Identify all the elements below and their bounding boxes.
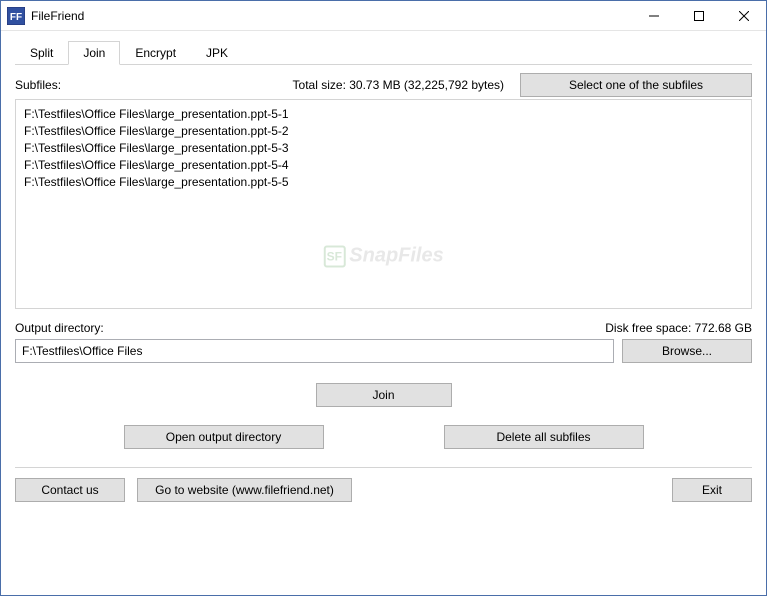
watermark-icon: SF (323, 245, 345, 267)
titlebar: FF FileFriend (1, 1, 766, 31)
watermark: SF SnapFiles (323, 245, 443, 268)
window-title: FileFriend (31, 9, 84, 23)
list-item[interactable]: F:\Testfiles\Office Files\large_presenta… (24, 106, 743, 123)
action-area: Join Open output directory Delete all su… (15, 383, 752, 449)
output-directory-label: Output directory: (15, 321, 104, 335)
subfiles-header: Subfiles: Total size: 30.73 MB (32,225,7… (15, 73, 752, 97)
contact-button[interactable]: Contact us (15, 478, 125, 502)
watermark-text: SnapFiles (349, 245, 443, 268)
divider (15, 467, 752, 468)
tab-jpk[interactable]: JPK (191, 41, 243, 64)
browse-button[interactable]: Browse... (622, 339, 752, 363)
select-subfile-button[interactable]: Select one of the subfiles (520, 73, 752, 97)
list-item[interactable]: F:\Testfiles\Office Files\large_presenta… (24, 140, 743, 157)
tab-split[interactable]: Split (15, 41, 68, 64)
subfiles-list[interactable]: F:\Testfiles\Office Files\large_presenta… (15, 99, 752, 309)
output-header: Output directory: Disk free space: 772.6… (15, 321, 752, 335)
exit-button[interactable]: Exit (672, 478, 752, 502)
subfiles-label: Subfiles: (15, 78, 61, 92)
website-button[interactable]: Go to website (www.filefriend.net) (137, 478, 352, 502)
footer: Contact us Go to website (www.filefriend… (15, 478, 752, 502)
window-controls (631, 1, 766, 30)
app-icon: FF (7, 7, 25, 25)
tab-bar: Split Join Encrypt JPK (15, 41, 752, 65)
output-input-row: Browse... (15, 339, 752, 363)
app-window: FF FileFriend Split Join Encrypt JPK Sub… (0, 0, 767, 596)
open-output-button[interactable]: Open output directory (124, 425, 324, 449)
maximize-button[interactable] (676, 1, 721, 30)
output-directory-input[interactable] (15, 339, 614, 363)
disk-free-space-label: Disk free space: 772.68 GB (605, 321, 752, 335)
total-size-label: Total size: 30.73 MB (32,225,792 bytes) (69, 78, 504, 92)
minimize-button[interactable] (631, 1, 676, 30)
close-button[interactable] (721, 1, 766, 30)
list-item[interactable]: F:\Testfiles\Office Files\large_presenta… (24, 157, 743, 174)
content-area: Split Join Encrypt JPK Subfiles: Total s… (1, 31, 766, 595)
svg-text:FF: FF (10, 12, 22, 23)
tab-join[interactable]: Join (68, 41, 120, 65)
tab-encrypt[interactable]: Encrypt (120, 41, 191, 64)
join-button[interactable]: Join (316, 383, 452, 407)
list-item[interactable]: F:\Testfiles\Office Files\large_presenta… (24, 123, 743, 140)
delete-all-button[interactable]: Delete all subfiles (444, 425, 644, 449)
list-item[interactable]: F:\Testfiles\Office Files\large_presenta… (24, 174, 743, 191)
secondary-action-row: Open output directory Delete all subfile… (15, 425, 752, 449)
